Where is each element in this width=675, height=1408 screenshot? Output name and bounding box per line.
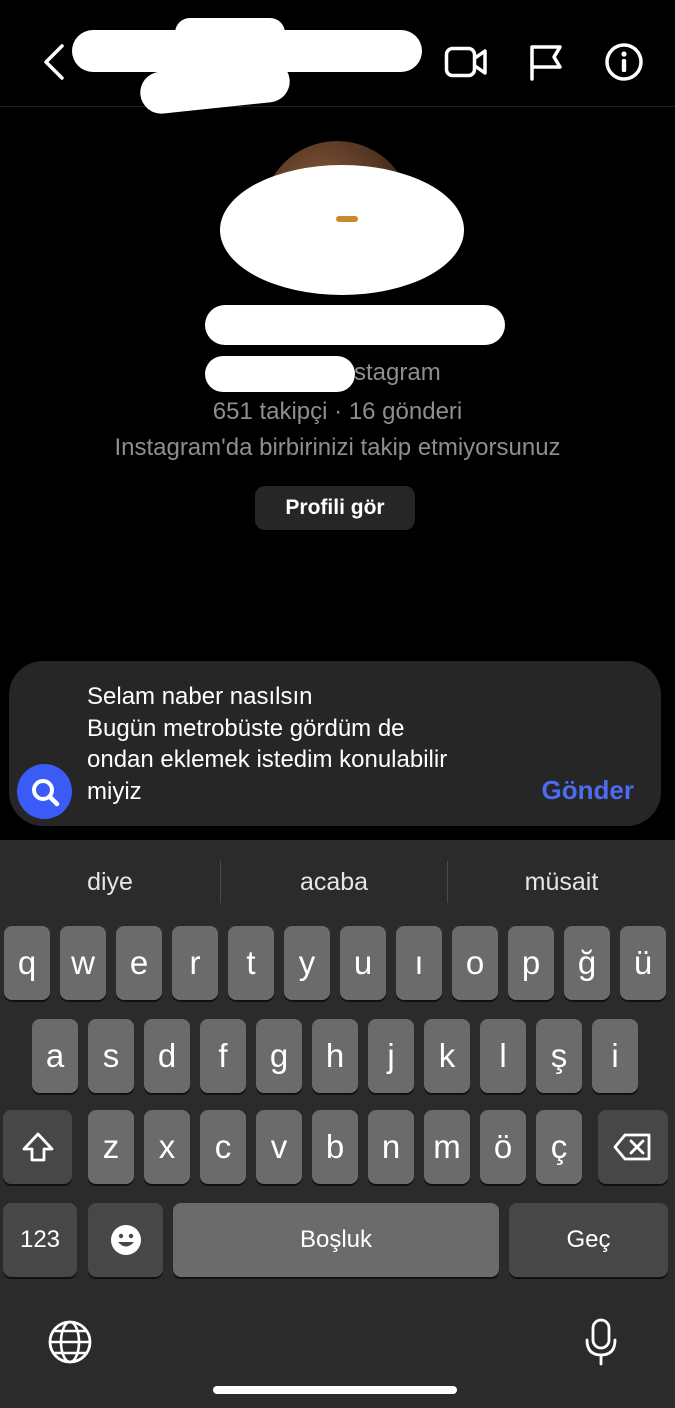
search-icon	[31, 778, 59, 806]
letter-key[interactable]: t	[228, 926, 274, 1000]
message-line: ondan eklemek istedim konulabilir	[87, 746, 448, 773]
letter-key[interactable]: f	[200, 1019, 246, 1093]
shift-key[interactable]	[3, 1110, 72, 1184]
letter-key[interactable]: ç	[536, 1110, 582, 1184]
letter-key[interactable]: p	[508, 926, 554, 1000]
emoji-icon	[110, 1225, 141, 1255]
letter-key[interactable]: w	[60, 926, 106, 1000]
view-profile-button[interactable]: Profili gör	[255, 486, 415, 530]
letter-key[interactable]: a	[32, 1019, 78, 1093]
letter-key[interactable]: ö	[480, 1110, 526, 1184]
chevron-left-icon	[44, 44, 64, 80]
profile-stats: 651 takipçi · 16 gönderi	[212, 398, 463, 425]
report-button[interactable]	[526, 40, 566, 84]
back-button[interactable]	[34, 40, 74, 84]
home-indicator[interactable]	[213, 1386, 457, 1394]
letter-key[interactable]: e	[116, 926, 162, 1000]
letter-key[interactable]: r	[172, 926, 218, 1000]
letter-key[interactable]: x	[144, 1110, 190, 1184]
backspace-icon	[613, 1133, 651, 1161]
letter-key[interactable]: q	[4, 926, 50, 1000]
redacted-avatar	[220, 165, 464, 295]
redacted-handle	[205, 356, 355, 392]
search-button[interactable]	[17, 764, 72, 819]
backspace-key[interactable]	[598, 1110, 668, 1184]
letter-key[interactable]: i	[592, 1019, 638, 1093]
send-button[interactable]: Gönder	[542, 775, 634, 806]
letter-key[interactable]: o	[452, 926, 498, 1000]
return-key[interactable]: Geç	[509, 1203, 668, 1277]
numbers-key[interactable]: 123	[3, 1203, 77, 1277]
letter-key[interactable]: c	[200, 1110, 246, 1184]
info-button[interactable]	[603, 40, 645, 84]
video-camera-icon	[444, 46, 487, 78]
letter-key[interactable]: s	[88, 1019, 134, 1093]
microphone-icon	[585, 1318, 617, 1366]
letter-key[interactable]: v	[256, 1110, 302, 1184]
letter-key[interactable]: u	[340, 926, 386, 1000]
emoji-key[interactable]	[88, 1203, 163, 1277]
letter-key[interactable]: k	[424, 1019, 470, 1093]
profile-source-text: stagram	[354, 359, 441, 386]
letter-key[interactable]: ü	[620, 926, 666, 1000]
space-key[interactable]: Boşluk	[173, 1203, 499, 1277]
letter-key[interactable]: h	[312, 1019, 358, 1093]
letter-key[interactable]: j	[368, 1019, 414, 1093]
message-line: Bugün metrobüste gördüm de	[87, 714, 405, 742]
letter-key[interactable]: y	[284, 926, 330, 1000]
suggestion-item[interactable]: müsait	[448, 860, 675, 904]
letter-key[interactable]: d	[144, 1019, 190, 1093]
letter-key[interactable]: ş	[536, 1019, 582, 1093]
globe-button[interactable]	[44, 1318, 96, 1366]
globe-icon	[48, 1320, 92, 1364]
mutual-follow-status: Instagram'da birbirinizi takip etmiyorsu…	[114, 434, 561, 461]
message-line: Selam naber nasılsın	[87, 683, 313, 710]
flag-icon	[530, 45, 562, 81]
letter-key[interactable]: z	[88, 1110, 134, 1184]
dictation-button[interactable]	[578, 1316, 624, 1368]
video-call-button[interactable]	[443, 40, 489, 84]
chat-header	[0, 0, 675, 116]
letter-key[interactable]: b	[312, 1110, 358, 1184]
keyboard: diye acaba müsait qwertyuıopğü asdfghjkl…	[0, 840, 675, 1408]
avatar-glint	[336, 216, 358, 222]
suggestion-item[interactable]: diye	[0, 860, 220, 904]
letter-key[interactable]: g	[256, 1019, 302, 1093]
letter-key[interactable]: ğ	[564, 926, 610, 1000]
redacted-username-3	[175, 18, 285, 48]
message-line: miyiz	[87, 777, 142, 805]
message-input[interactable]: Selam naber nasılsın Bugün metrobüste gö…	[87, 681, 517, 807]
redacted-name	[205, 305, 505, 345]
letter-key[interactable]: m	[424, 1110, 470, 1184]
letter-key[interactable]: n	[368, 1110, 414, 1184]
shift-icon	[22, 1132, 53, 1162]
message-composer[interactable]: Selam naber nasılsın Bugün metrobüste gö…	[9, 661, 661, 826]
info-icon	[605, 43, 643, 81]
suggestion-item[interactable]: acaba	[221, 860, 447, 904]
letter-key[interactable]: l	[480, 1019, 526, 1093]
letter-key[interactable]: ı	[396, 926, 442, 1000]
